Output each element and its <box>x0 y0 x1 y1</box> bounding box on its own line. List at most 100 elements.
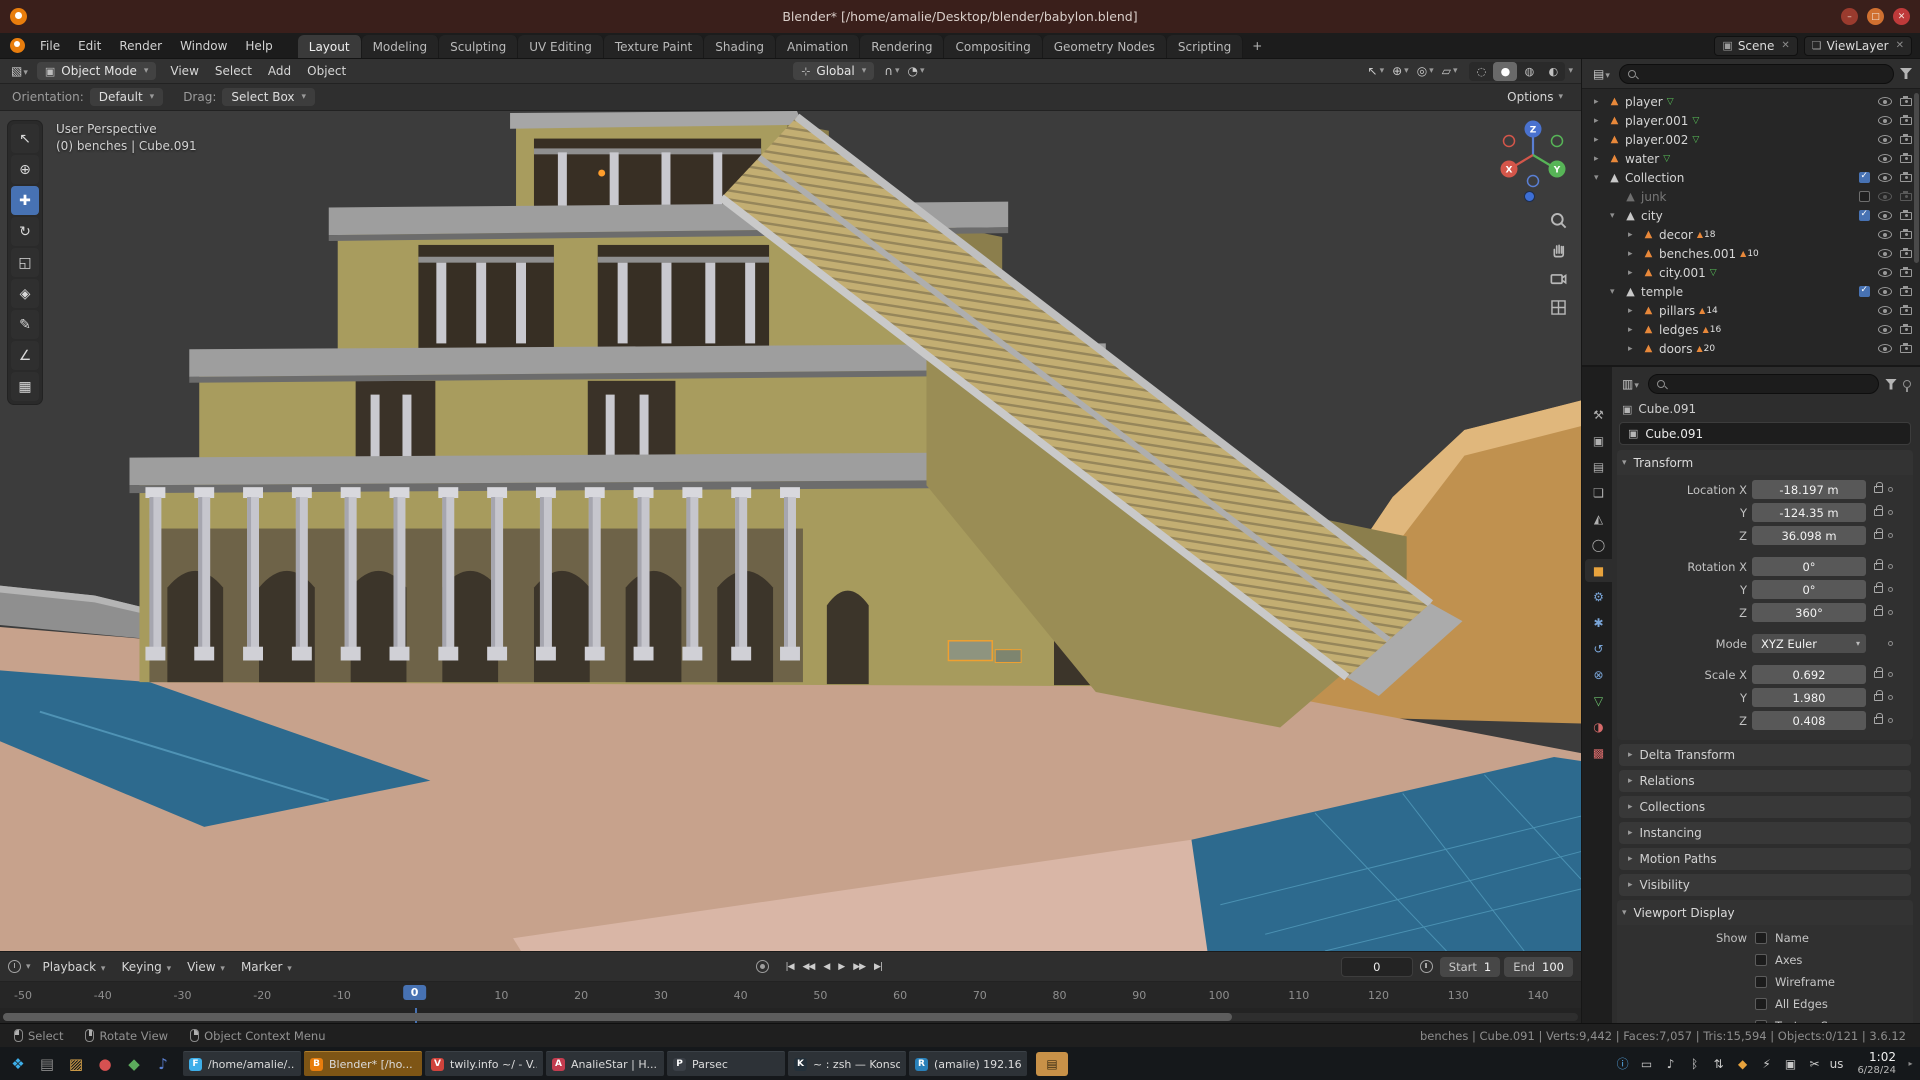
workspace-tab[interactable]: Rendering <box>860 35 944 58</box>
timeline-menu[interactable]: Playback ▾ <box>35 957 114 977</box>
perspective-grid-icon[interactable] <box>1549 298 1568 317</box>
collection-checkbox[interactable] <box>1859 286 1870 297</box>
disclosure-icon[interactable]: ▾ <box>1610 211 1620 221</box>
viewport-toggle-icon[interactable]: ⊕▾ <box>1388 62 1413 80</box>
hide-in-viewport-icon[interactable] <box>1878 211 1892 220</box>
disable-in-render-icon[interactable] <box>1900 307 1912 315</box>
disable-in-render-icon[interactable] <box>1900 212 1912 220</box>
properties-tab[interactable]: ◑ <box>1585 715 1612 738</box>
tool-button[interactable]: ◱ <box>11 248 39 277</box>
timeline-editor-icon[interactable] <box>8 960 21 973</box>
lock-icon[interactable] <box>1874 694 1883 701</box>
outliner-row[interactable]: ▸ ▲ city.001 ▲ ▽ <box>1582 263 1920 282</box>
outliner-row[interactable]: ▸ ▲ decor ▲18 ▽ <box>1582 225 1920 244</box>
disable-in-render-icon[interactable] <box>1900 117 1912 125</box>
disclosure-icon[interactable]: ▸ <box>1628 249 1638 259</box>
hide-in-viewport-icon[interactable] <box>1878 268 1892 277</box>
timeline-menu[interactable]: Keying ▾ <box>113 957 179 977</box>
current-frame-field[interactable]: 0 <box>1341 957 1413 977</box>
taskbar-clock[interactable]: 1:02 6/28/24 <box>1857 1050 1896 1076</box>
add-workspace-button[interactable]: + <box>1243 34 1271 58</box>
view-layer-selector[interactable]: ❏ ViewLayer ✕ <box>1804 36 1912 56</box>
taskbar-task-button[interactable]: K ~ : zsh — Konso... <box>788 1051 906 1076</box>
tray-icon[interactable]: ⇅ <box>1711 1057 1727 1071</box>
window-control-button[interactable]: ✕ <box>1893 8 1910 25</box>
tray-icon[interactable]: ᛒ <box>1687 1057 1703 1071</box>
viewport-menu[interactable]: Add <box>260 61 299 81</box>
taskbar-task-button[interactable]: P Parsec <box>667 1051 785 1076</box>
outliner-row[interactable]: ▾ ▲ Collection ▲ ▽ <box>1582 168 1920 187</box>
shading-dropdown-icon[interactable]: ▾ <box>1568 66 1573 76</box>
lock-icon[interactable] <box>1874 671 1883 678</box>
tray-icon[interactable]: ⓘ <box>1615 1055 1631 1072</box>
viewport-3d[interactable]: User Perspective (0) benches | Cube.091 … <box>0 111 1581 951</box>
lock-icon[interactable] <box>1874 717 1883 724</box>
animate-property-dot[interactable] <box>1888 487 1893 492</box>
menubar-menu[interactable]: Help <box>236 36 281 56</box>
transport-button[interactable]: ▶▶ <box>850 960 868 974</box>
properties-tab[interactable]: ■ <box>1585 559 1612 582</box>
tool-button[interactable]: ∠ <box>11 341 39 370</box>
disable-in-render-icon[interactable] <box>1900 98 1912 106</box>
outliner-row[interactable]: ▸ ▲ pillars ▲14 ▽ <box>1582 301 1920 320</box>
animate-property-dot[interactable] <box>1888 533 1893 538</box>
viewport-toggle-icon[interactable]: ◎▾ <box>1413 62 1438 80</box>
transport-button[interactable]: |◀ <box>783 960 797 974</box>
playhead[interactable]: 0 <box>403 985 427 1000</box>
tray-icon[interactable]: ⚡ <box>1759 1057 1775 1071</box>
properties-filter-icon[interactable] <box>1885 379 1897 390</box>
tool-button[interactable]: ⊕ <box>11 155 39 184</box>
taskbar-launcher-icon[interactable]: ◆ <box>121 1051 147 1077</box>
drag-mode-dropdown[interactable]: Select Box▾ <box>222 88 315 106</box>
properties-tab[interactable]: ⊗ <box>1585 663 1612 686</box>
hide-in-viewport-icon[interactable] <box>1878 97 1892 106</box>
animate-property-dot[interactable] <box>1888 510 1893 515</box>
viewport-display-section-header[interactable]: ▾Viewport Display <box>1617 900 1913 925</box>
disable-in-render-icon[interactable] <box>1900 136 1912 144</box>
taskbar-launcher-icon[interactable]: ▤ <box>34 1051 60 1077</box>
taskbar-task-button[interactable]: F /home/amalie/... <box>183 1051 301 1076</box>
collapsed-panel-header[interactable]: ▸Instancing <box>1619 822 1911 844</box>
transform-value-field[interactable]: XYZ Euler ▾ <box>1752 634 1866 653</box>
lock-icon[interactable] <box>1874 486 1883 493</box>
properties-tab[interactable]: ▤ <box>1585 455 1612 478</box>
lock-icon[interactable] <box>1874 509 1883 516</box>
workspace-tab[interactable]: Compositing <box>944 35 1042 58</box>
option-checkbox[interactable] <box>1755 998 1767 1010</box>
tray-icon[interactable]: ✂ <box>1807 1057 1823 1071</box>
disclosure-icon[interactable]: ▸ <box>1628 268 1638 278</box>
lock-icon[interactable] <box>1874 532 1883 539</box>
properties-tab[interactable]: ◯ <box>1585 533 1612 556</box>
panel-hide-arrow[interactable]: ▸ <box>1906 1051 1915 1077</box>
properties-tab[interactable]: ⚙ <box>1585 585 1612 608</box>
option-checkbox[interactable] <box>1755 954 1767 966</box>
disable-in-render-icon[interactable] <box>1900 231 1912 239</box>
filter-icon[interactable] <box>1900 68 1912 79</box>
taskbar-task-button[interactable]: R (amalie) 192.16... <box>909 1051 1027 1076</box>
outliner-row[interactable]: ▸ ▲ benches.001 ▲10 ▽ <box>1582 244 1920 263</box>
blender-menu-icon[interactable] <box>10 38 25 53</box>
collection-checkbox[interactable] <box>1859 191 1870 202</box>
view-layer-remove-icon[interactable]: ✕ <box>1896 40 1904 51</box>
outliner-scrollbar[interactable] <box>1914 93 1919 263</box>
tool-button[interactable]: ✎ <box>11 310 39 339</box>
window-control-button[interactable]: – <box>1841 8 1858 25</box>
taskbar-task-button[interactable]: A AnalieStar | H... <box>546 1051 664 1076</box>
timeline-ruler[interactable]: 0 -50-40-30-20-1001020304050607080901001… <box>0 982 1581 1008</box>
outliner-row[interactable]: ▸ ▲ doors ▲20 ▽ <box>1582 339 1920 358</box>
tray-icon[interactable]: ◆ <box>1735 1057 1751 1071</box>
properties-tab[interactable]: ▣ <box>1585 429 1612 452</box>
properties-editor-icon[interactable]: ▥▾ <box>1619 377 1642 391</box>
workspace-tab[interactable]: Shading <box>704 35 776 58</box>
hide-in-viewport-icon[interactable] <box>1878 230 1892 239</box>
lock-icon[interactable] <box>1874 563 1883 570</box>
tool-button[interactable]: ↖ <box>11 124 39 153</box>
transform-value-field[interactable]: 360° ▾ <box>1752 603 1866 622</box>
outliner-row[interactable]: ▸ ▲ water ▲ ▽ <box>1582 149 1920 168</box>
transform-value-field[interactable]: 0.408 ▾ <box>1752 711 1866 730</box>
disable-in-render-icon[interactable] <box>1900 269 1912 277</box>
tray-icon[interactable]: ▣ <box>1783 1057 1799 1071</box>
disclosure-icon[interactable]: ▸ <box>1594 97 1604 107</box>
mode-selector[interactable]: ▣ Object Mode ▾ <box>37 62 157 80</box>
use-preview-range-icon[interactable] <box>1420 960 1433 973</box>
